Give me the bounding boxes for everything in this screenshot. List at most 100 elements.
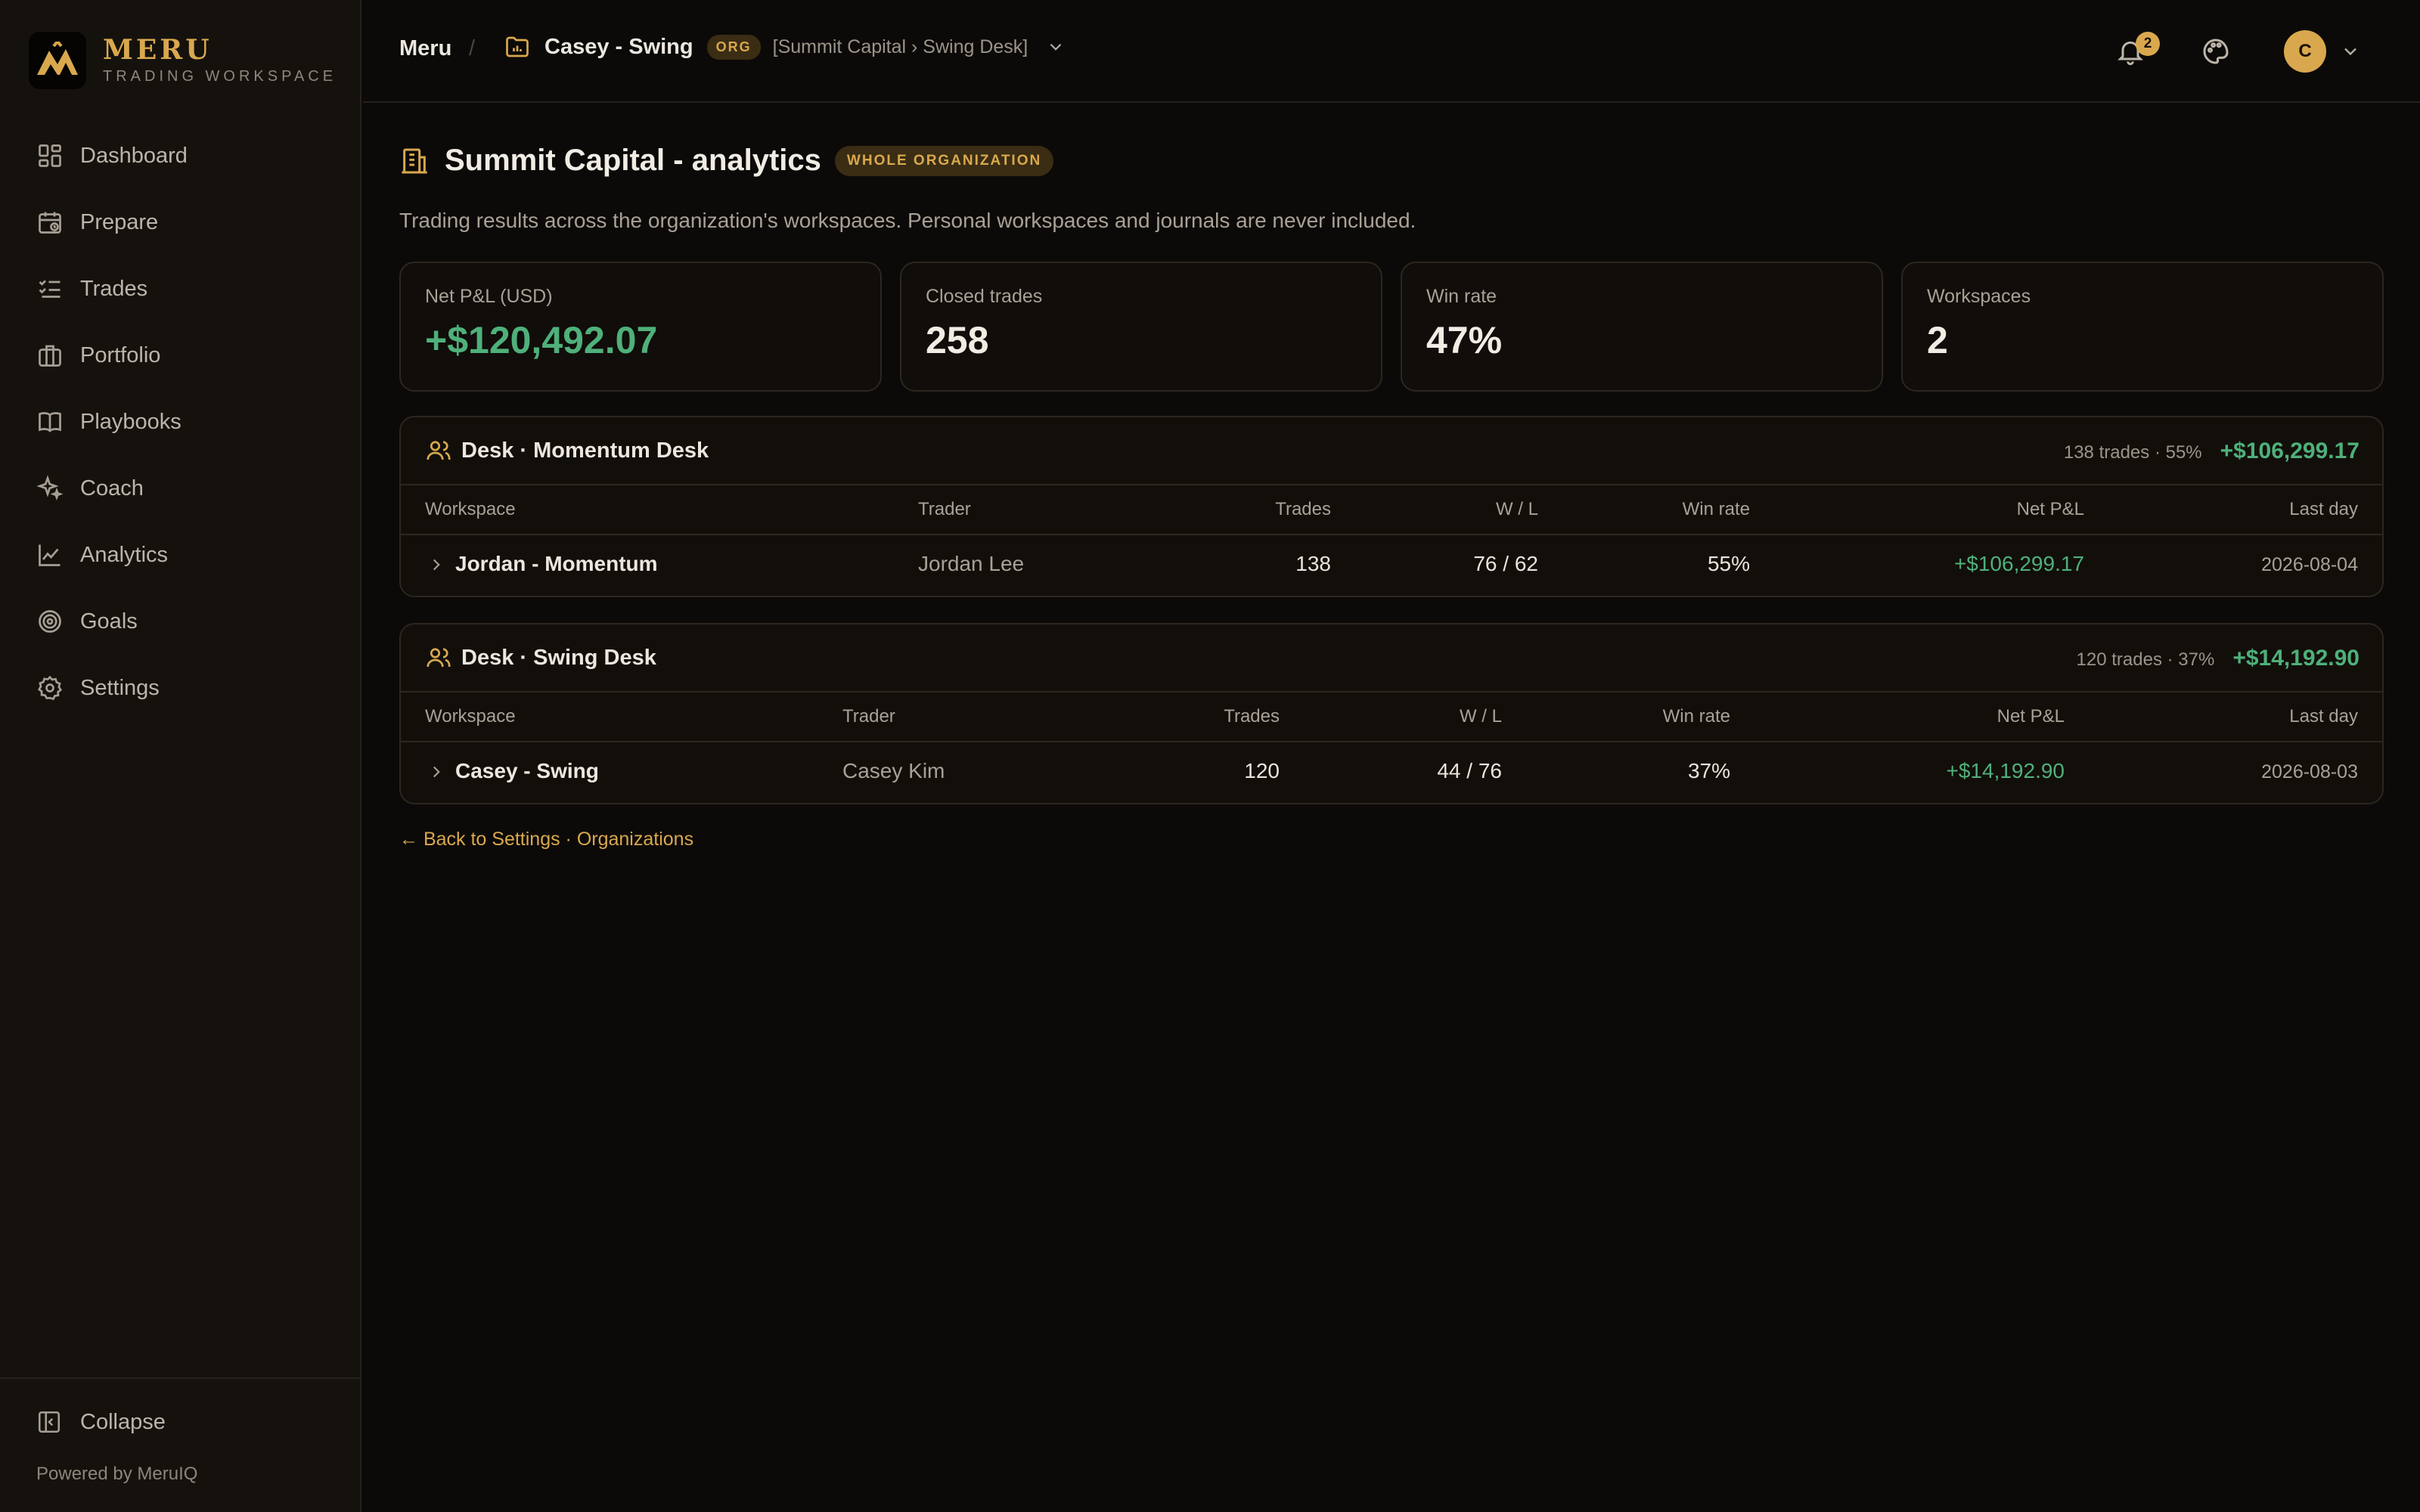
sidebar-collapse-icon xyxy=(38,1411,60,1433)
cell-workspace[interactable]: Casey - Swing xyxy=(455,759,599,783)
table-row[interactable]: Jordan - Momentum Jordan Lee 138 76 / 62… xyxy=(401,535,2382,596)
cell-last-day: 2026-08-04 xyxy=(2261,554,2358,575)
kpi-row: Net P&L (USD) +$120,492.07 Closed trades… xyxy=(399,262,2384,392)
table-row[interactable]: Casey - Swing Casey Kim 120 44 / 76 37% … xyxy=(401,742,2382,803)
kpi-label: Closed trades xyxy=(926,286,1043,307)
sidebar-item-trades[interactable]: Trades xyxy=(21,256,339,322)
chevron-right-icon[interactable] xyxy=(427,762,446,782)
cell-trader: Jordan Lee xyxy=(918,552,1025,575)
kpi-label: Workspaces xyxy=(1927,286,2031,307)
scope-badge: WHOLE ORGANIZATION xyxy=(834,145,1054,176)
cell-net-pnl: +$106,299.17 xyxy=(1953,552,2084,575)
sidebar-item-label: Coach xyxy=(80,476,144,500)
sidebar-item-label: Prepare xyxy=(80,209,159,234)
cell-last-day: 2026-08-03 xyxy=(2261,761,2358,782)
sidebar-item-portfolio[interactable]: Portfolio xyxy=(21,322,339,389)
cell-wl: 44 / 76 xyxy=(1437,759,1502,782)
workspace-switcher[interactable]: Casey - Swing ORG [Summit Capital › Swin… xyxy=(504,33,1066,60)
desk-card-momentum: Desk · Momentum Desk 138 trades · 55% +$… xyxy=(399,416,2384,597)
column-header[interactable]: Net P&L xyxy=(1997,706,2065,727)
column-header[interactable]: W / L xyxy=(1460,706,1502,727)
brand[interactable]: MERU TRADING WORKSPACE xyxy=(29,32,337,89)
target-icon xyxy=(39,610,61,633)
list-check-icon xyxy=(39,280,60,298)
sidebar-item-settings[interactable]: Settings xyxy=(21,655,339,721)
breadcrumb-separator: / xyxy=(469,36,476,60)
building-icon xyxy=(402,148,427,173)
users-icon xyxy=(427,441,451,460)
column-header[interactable]: Trades xyxy=(1275,499,1331,520)
desk-pnl: +$106,299.17 xyxy=(2220,438,2360,463)
sidebar-item-label: Playbooks xyxy=(80,409,182,434)
kpi-card-closed-trades: Closed trades 258 xyxy=(900,262,1382,392)
sidebar-item-goals[interactable]: Goals xyxy=(21,588,339,655)
palette-icon[interactable] xyxy=(2201,36,2231,67)
user-avatar[interactable]: C xyxy=(2284,30,2326,73)
desk-header: Desk · Swing Desk 120 trades · 37% +$14,… xyxy=(401,624,2382,692)
brand-subtitle: TRADING WORKSPACE xyxy=(103,68,337,85)
column-header[interactable]: Trader xyxy=(842,706,895,727)
kpi-value: +$120,492.07 xyxy=(425,319,658,361)
cell-trader: Casey Kim xyxy=(842,759,945,782)
desk-summary: 138 trades · 55% +$106,299.17 xyxy=(2064,438,2360,464)
gear-icon xyxy=(37,675,63,701)
chevron-down-icon xyxy=(1050,43,1062,51)
page-title: Summit Capital - analytics xyxy=(445,144,821,177)
sparkles-icon xyxy=(36,475,64,500)
page-header: Summit Capital - analytics WHOLE ORGANIZ… xyxy=(399,144,1054,178)
kpi-value: 2 xyxy=(1927,319,1948,361)
cell-win-rate: 55% xyxy=(1707,552,1750,575)
column-header[interactable]: Workspace xyxy=(425,706,516,727)
breadcrumb-root[interactable]: Meru xyxy=(399,36,451,61)
chevron-right-icon[interactable] xyxy=(427,555,446,575)
sidebar-item-label: Dashboard xyxy=(80,143,188,168)
sidebar-item-label: Portfolio xyxy=(80,342,161,367)
workspace-name: Casey - Swing xyxy=(544,34,693,59)
sidebar-item-playbooks[interactable]: Playbooks xyxy=(21,389,339,455)
sidebar-item-analytics[interactable]: Analytics xyxy=(21,522,339,588)
desk-pnl: +$14,192.90 xyxy=(2232,646,2360,671)
kpi-card-win-rate: Win rate 47% xyxy=(1401,262,1883,392)
org-badge: ORG xyxy=(706,34,761,60)
sidebar-item-dashboard[interactable]: Dashboard xyxy=(21,122,339,189)
cell-trades: 120 xyxy=(1244,759,1280,782)
desk-summary: 120 trades · 37% +$14,192.90 xyxy=(2077,646,2360,671)
sidebar-item-prepare[interactable]: Prepare xyxy=(21,189,339,256)
collapse-button[interactable]: Collapse xyxy=(36,1409,166,1435)
collapse-label: Collapse xyxy=(80,1409,166,1434)
back-to-settings-link[interactable]: ← Back to Settings · Organizations xyxy=(399,829,693,850)
desk-card-swing: Desk · Swing Desk 120 trades · 37% +$14,… xyxy=(399,623,2384,804)
desk-title: Desk · Swing Desk xyxy=(461,646,656,670)
user-menu-chevron-icon[interactable] xyxy=(2340,41,2361,62)
desk-header: Desk · Momentum Desk 138 trades · 55% +$… xyxy=(401,417,2382,485)
cell-workspace[interactable]: Jordan - Momentum xyxy=(455,552,658,576)
dashboard-icon xyxy=(39,144,61,167)
powered-by: Powered by MeruIQ xyxy=(36,1464,198,1484)
column-header[interactable]: W / L xyxy=(1496,499,1538,520)
users-icon xyxy=(427,648,451,668)
sidebar-item-label: Trades xyxy=(80,276,148,301)
column-header[interactable]: Last day xyxy=(2289,706,2358,727)
column-header[interactable]: Net P&L xyxy=(2017,499,2084,520)
column-header[interactable]: Win rate xyxy=(1683,499,1750,520)
column-header[interactable]: Last day xyxy=(2289,499,2358,520)
column-header[interactable]: Trades xyxy=(1224,706,1280,727)
kpi-label: Win rate xyxy=(1426,286,1497,307)
column-header[interactable]: Workspace xyxy=(425,499,516,520)
column-header[interactable]: Win rate xyxy=(1663,706,1730,727)
column-header[interactable]: Trader xyxy=(918,499,971,520)
sidebar-item-label: Goals xyxy=(80,609,138,634)
kpi-card-net-pnl: Net P&L (USD) +$120,492.07 xyxy=(399,262,882,392)
kpi-value: 47% xyxy=(1426,319,1503,361)
table-header: Workspace Trader Trades W / L Win rate N… xyxy=(401,485,2382,535)
kpi-value: 258 xyxy=(926,319,989,361)
desk-title: Desk · Momentum Desk xyxy=(461,438,709,463)
top-bar: Meru / Casey - Swing ORG [Summit Capital… xyxy=(363,0,2420,103)
sidebar-item-coach[interactable]: Coach xyxy=(21,455,339,522)
cell-wl: 76 / 62 xyxy=(1473,552,1538,575)
brand-name: MERU xyxy=(103,34,213,66)
sidebar-item-label: Settings xyxy=(80,675,160,700)
line-chart-icon xyxy=(39,544,60,566)
meru-logo-icon xyxy=(29,32,86,89)
folder-chart-icon xyxy=(506,36,529,57)
